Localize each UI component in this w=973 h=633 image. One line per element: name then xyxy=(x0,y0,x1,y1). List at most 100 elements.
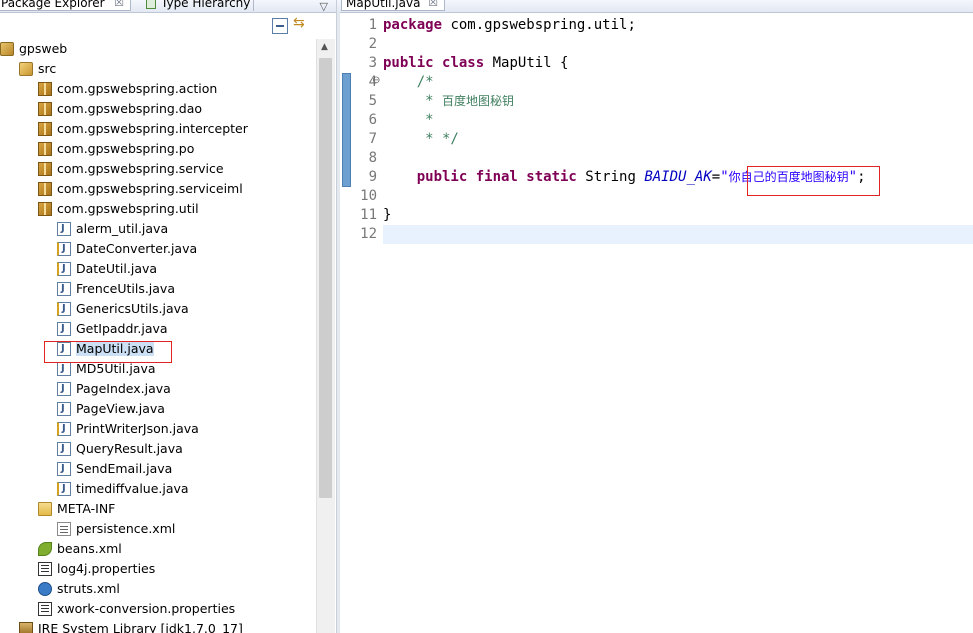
tree-item[interactable]: SendEmail.java xyxy=(57,459,172,479)
tree-item[interactable]: timediffvalue.java xyxy=(57,479,189,499)
tree-item[interactable]: com.gpswebspring.serviceiml xyxy=(38,179,243,199)
link-with-editor-icon[interactable]: ⇆ xyxy=(293,15,309,34)
explorer-toolbar: ⇆ xyxy=(0,13,336,39)
fold-toggle-icon[interactable]: ⊖ xyxy=(372,75,380,86)
code-line-7: * */ xyxy=(383,131,459,147)
tree-item[interactable]: src xyxy=(19,59,56,79)
tab-package-explorer[interactable]: Package Explorer ☒ xyxy=(0,0,131,11)
tree-item-label: PageIndex.java xyxy=(76,381,171,396)
library-icon xyxy=(19,622,33,633)
tree-item-label: com.gpswebspring.service xyxy=(57,161,224,176)
line-number: 10 xyxy=(360,188,377,204)
tree-item[interactable]: com.gpswebspring.action xyxy=(38,79,217,99)
tree-item-label: PageView.java xyxy=(76,401,165,416)
tab-maputil-label: MapUtil.java xyxy=(346,0,421,10)
tree-item[interactable]: com.gpswebspring.dao xyxy=(38,99,202,119)
tree-item-label: META-INF xyxy=(57,501,116,516)
tree-item[interactable]: log4j.properties xyxy=(38,559,155,579)
project-tree: gpsweb src com.gpswebspring.action com.gpsw… xyxy=(0,39,316,633)
tree-item-label: gpsweb xyxy=(19,41,68,56)
tree-item-label: alerm_util.java xyxy=(76,221,169,236)
package-explorer-view: Package Explorer ☒ Type Hierarchy ▽ ⇆ gp… xyxy=(0,0,337,633)
tree-item[interactable]: com.gpswebspring.po xyxy=(38,139,194,159)
tree-item[interactable]: xwork-conversion.properties xyxy=(38,599,235,619)
line-number: 9 xyxy=(368,169,377,185)
collapse-all-icon[interactable] xyxy=(269,15,288,34)
line-number: 3 xyxy=(368,55,377,71)
tree-item[interactable]: JRE System Library [jdk1.7.0_17] xyxy=(19,619,243,633)
code-line-6: * xyxy=(383,112,434,128)
code-line-9: public final static String BAIDU_AK="你自己… xyxy=(416,169,866,185)
tab-maputil-java[interactable]: MapUtil.java ☒ xyxy=(341,0,445,11)
tree-item-label: JRE System Library [jdk1.7.0_17] xyxy=(38,621,243,633)
code-line-3: public class MapUtil { xyxy=(383,55,569,71)
tree-item-label: com.gpswebspring.intercepter xyxy=(57,121,248,136)
java-editor: MapUtil.java ☒ 1 2 3 4 5 6 7 8 9 10 11 12 ⊖ package… xyxy=(337,0,973,633)
maputil-highlight-box xyxy=(44,341,172,363)
java-file-warning-icon xyxy=(57,419,71,439)
java-file-icon xyxy=(57,399,71,419)
tree-item-label: src xyxy=(38,61,57,76)
tree-item-label: xwork-conversion.properties xyxy=(57,601,236,616)
tree-item[interactable]: gpsweb xyxy=(0,39,67,59)
tree-item[interactable]: com.gpswebspring.service xyxy=(38,159,224,179)
current-line-highlight xyxy=(383,225,973,244)
tree-item[interactable]: com.gpswebspring.intercepter xyxy=(38,119,248,139)
tree-item[interactable]: com.gpswebspring.util xyxy=(38,199,199,219)
tree-item[interactable]: FrenceUtils.java xyxy=(57,279,175,299)
tree-item-label: PrintWriterJson.java xyxy=(76,421,199,436)
java-file-icon xyxy=(57,319,71,339)
spring-beans-icon xyxy=(38,542,52,556)
code-line-4: /* xyxy=(383,74,434,90)
tab-type-hierarchy[interactable]: Type Hierarchy xyxy=(140,0,254,11)
tree-item-label: persistence.xml xyxy=(76,521,176,536)
tree-item[interactable]: QueryResult.java xyxy=(57,439,183,459)
folder-icon xyxy=(38,502,52,516)
tree-item[interactable]: PageView.java xyxy=(57,399,165,419)
tree-item[interactable]: GenericsUtils.java xyxy=(57,299,189,319)
tree-item-label: DateUtil.java xyxy=(76,261,158,276)
java-file-icon xyxy=(57,279,71,299)
tree-item[interactable]: GetIpaddr.java xyxy=(57,319,168,339)
package-icon xyxy=(38,102,52,116)
package-icon xyxy=(38,122,52,136)
tree-item-label: com.gpswebspring.action xyxy=(57,81,218,96)
scroll-thumb[interactable] xyxy=(319,58,332,498)
tree-item-label: com.gpswebspring.util xyxy=(57,201,199,216)
line-number: 8 xyxy=(368,150,377,166)
tree-item[interactable]: PageIndex.java xyxy=(57,379,171,399)
java-file-warning-icon xyxy=(57,299,71,319)
tree-item[interactable]: alerm_util.java xyxy=(57,219,168,239)
java-file-icon xyxy=(57,459,71,479)
tree-item-label: MD5Util.java xyxy=(76,361,156,376)
package-icon xyxy=(38,82,52,96)
tree-item-label: com.gpswebspring.serviceiml xyxy=(57,181,243,196)
view-menu-icon[interactable]: ▽ xyxy=(320,0,328,13)
package-icon xyxy=(38,182,52,196)
tree-item[interactable]: beans.xml xyxy=(38,539,122,559)
tree-item[interactable]: META-INF xyxy=(38,499,115,519)
tree-item[interactable]: PrintWriterJson.java xyxy=(57,419,199,439)
java-file-icon xyxy=(57,359,71,379)
java-file-warning-icon xyxy=(57,239,71,259)
code-line-11: } xyxy=(383,207,392,223)
tree-item[interactable]: DateUtil.java xyxy=(57,259,157,279)
code-line-5: * 百度地图秘钥 xyxy=(383,93,515,109)
line-number: 2 xyxy=(368,36,377,52)
tree-item[interactable]: persistence.xml xyxy=(57,519,175,539)
tree-item[interactable]: struts.xml xyxy=(38,579,120,599)
tree-item-label: FrenceUtils.java xyxy=(76,281,175,296)
tree-item-label: struts.xml xyxy=(57,581,120,596)
java-file-icon xyxy=(57,439,71,459)
line-number: 5 xyxy=(368,93,377,109)
java-file-warning-icon xyxy=(57,259,71,279)
tree-item[interactable]: DateConverter.java xyxy=(57,239,197,259)
scroll-up-arrow-icon[interactable]: ▲ xyxy=(321,42,328,52)
project-icon xyxy=(0,42,14,56)
tree-item-label: com.gpswebspring.dao xyxy=(57,101,203,116)
tree-scrollbar[interactable]: ▲ xyxy=(316,39,335,633)
properties-file-icon xyxy=(38,602,52,616)
close-icon[interactable]: ☒ xyxy=(114,0,124,11)
close-icon[interactable]: ☒ xyxy=(428,0,438,11)
struts-icon xyxy=(38,582,52,596)
